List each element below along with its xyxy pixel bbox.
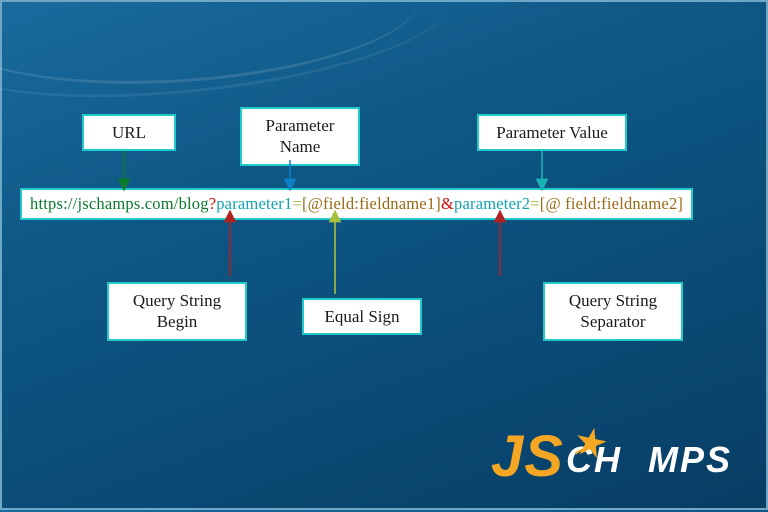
- logo-js: JS: [491, 423, 564, 490]
- logo-mps-part: MPS: [648, 439, 732, 480]
- url-param2: parameter2: [454, 194, 530, 213]
- label-url: URL: [82, 114, 176, 151]
- star-icon: [574, 426, 608, 460]
- label-parameter-value: Parameter Value: [477, 114, 627, 151]
- url-param1: parameter1: [216, 194, 292, 213]
- logo-s: S: [524, 423, 564, 490]
- slide-page: URL Parameter Name Parameter Value https…: [0, 0, 768, 510]
- url-val2: [@ field:fieldname2]: [540, 194, 683, 213]
- jschamps-logo: JS CHMPS: [491, 423, 732, 490]
- url-val1: [@field:fieldname1]: [302, 194, 441, 213]
- label-query-begin: Query String Begin: [107, 282, 247, 341]
- url-base: https://jschamps.com/blog: [30, 194, 209, 213]
- label-query-separator: Query String Separator: [543, 282, 683, 341]
- url-amp: &: [441, 194, 454, 213]
- url-example: https://jschamps.com/blog?parameter1=[@f…: [20, 188, 693, 220]
- decorative-swoosh-2: [0, 0, 457, 119]
- logo-j: J: [491, 423, 524, 490]
- url-eq2: =: [530, 194, 540, 213]
- url-eq1: =: [292, 194, 302, 213]
- label-parameter-name: Parameter Name: [240, 107, 360, 166]
- label-equal-sign: Equal Sign: [302, 298, 422, 335]
